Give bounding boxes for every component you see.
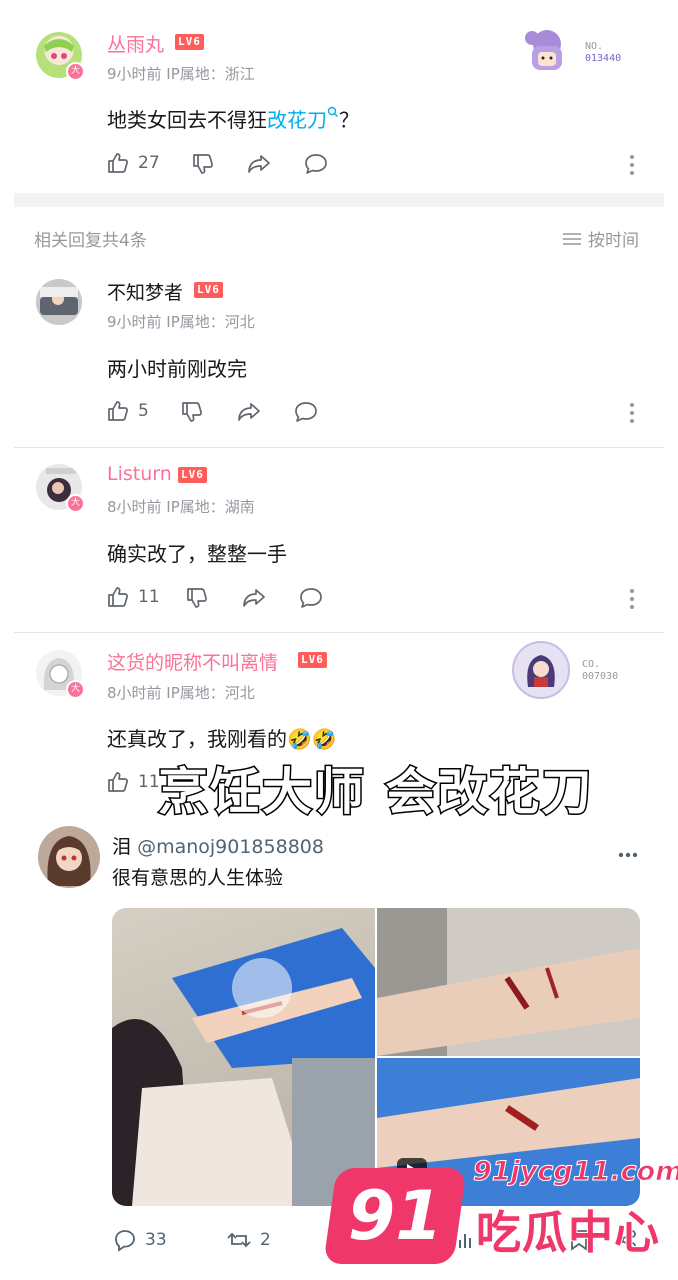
main-comment-meta: 9小时前 IP属地：浙江 (107, 65, 255, 83)
more-options-button[interactable] (630, 403, 634, 427)
reply-meta: 8小时前 IP属地：河北 (107, 684, 255, 702)
share-button[interactable] (246, 152, 272, 176)
tweet-handle[interactable]: @manoj901858808 (137, 836, 324, 858)
more-dots-icon (618, 852, 638, 858)
thumbs-up-icon (108, 772, 128, 792)
main-comment-text: 地类女回去不得狂改花刀？ (107, 106, 359, 132)
overlay-caption: 烹饪大师 会改花刀 (156, 762, 594, 823)
reply-username[interactable]: Listurn (107, 463, 172, 485)
search-keyword-link[interactable]: 改花刀 (267, 106, 339, 132)
reply-meta: 9小时前 IP属地：河北 (107, 313, 255, 331)
share-button[interactable] (241, 586, 267, 610)
main-comment-username[interactable]: 丛雨丸 (107, 30, 164, 57)
search-icon (327, 106, 338, 117)
thumbs-up-icon (108, 401, 128, 421)
tweet-text: 很有意思的人生体验 (112, 867, 284, 889)
comment-bubble-icon (305, 154, 327, 174)
level-badge: LV6 (298, 652, 327, 668)
dislike-button[interactable] (191, 152, 215, 176)
like-button[interactable]: 27 (106, 151, 160, 175)
retweet-icon (227, 1232, 251, 1248)
reply-divider (14, 447, 664, 448)
more-options-button[interactable] (630, 589, 634, 613)
tweet-more-button[interactable] (618, 843, 638, 862)
reply-bubble-icon (115, 1230, 135, 1252)
reply-text: 两小时前刚改完 (107, 357, 247, 381)
thumbs-down-icon (193, 154, 213, 174)
thumbs-down-icon (187, 588, 207, 608)
tweet-avatar[interactable] (38, 826, 100, 888)
tweet-retweet-button[interactable]: 2 (226, 1228, 271, 1252)
comment-bubble-icon (300, 588, 322, 608)
thumbs-down-icon (182, 402, 202, 422)
share-icon (243, 589, 265, 607)
avatar-badge: 大 (66, 62, 85, 81)
list-sort-icon (563, 232, 581, 245)
character-badge-icon (527, 655, 555, 687)
share-button[interactable] (236, 400, 262, 424)
avatar-badge: 大 (66, 494, 85, 513)
level-badge: LV6 (175, 34, 204, 50)
thumbs-up-icon (108, 153, 128, 173)
level-badge: LV6 (194, 282, 223, 298)
tweet-author[interactable]: 泪 @manoj901858808 (112, 832, 324, 859)
comment-button[interactable] (303, 152, 329, 176)
fan-badge-image (520, 28, 574, 80)
reply-username[interactable]: 不知梦者 (107, 278, 183, 305)
comment-button[interactable] (298, 586, 324, 610)
comment-bubble-icon (295, 402, 317, 422)
reply-avatar[interactable] (36, 279, 82, 325)
photo-arm-cuts-icon (377, 908, 640, 1056)
comment-button[interactable] (293, 400, 319, 424)
share-icon (248, 155, 270, 173)
thumbs-up-icon (108, 587, 128, 607)
photo-arm-on-pad-icon (112, 928, 375, 1206)
reply-text: 确实改了，整整一手 (107, 542, 287, 566)
reply-meta: 8小时前 IP属地：湖南 (107, 498, 255, 516)
media-photo-1[interactable] (112, 908, 375, 1206)
watermark-logo: 91 (323, 1168, 467, 1264)
dislike-button[interactable] (185, 586, 209, 610)
reply-username[interactable]: 这货的昵称不叫离情 (107, 648, 278, 675)
watermark-site: 91jycg11.com (472, 1156, 678, 1188)
dislike-button[interactable] (180, 400, 204, 424)
reply-divider (14, 632, 664, 633)
avatar-badge: 大 (66, 680, 85, 699)
share-icon (238, 403, 260, 421)
replies-count: 相关回复共4条 (34, 231, 147, 251)
more-options-button[interactable] (630, 155, 634, 179)
fan-badge-number: CO. 007030 (582, 659, 619, 682)
car-photo-icon (36, 279, 82, 325)
level-badge: LV6 (178, 467, 207, 483)
sort-button[interactable]: 按时间 (562, 226, 639, 251)
like-button[interactable]: 11 (106, 770, 160, 794)
watermark-brand: 吃瓜中心 (475, 1205, 661, 1260)
fan-badge-number: NO. 013440 (585, 41, 622, 64)
reply-text: 还真改了，我刚看的🤣🤣 (107, 727, 337, 751)
purple-character-icon (525, 30, 562, 70)
anime-avatar-icon (47, 836, 91, 886)
like-button[interactable]: 5 (106, 399, 149, 423)
media-photo-2[interactable] (377, 908, 640, 1056)
like-button[interactable]: 11 (106, 585, 160, 609)
fan-badge-image (512, 641, 570, 699)
section-separator (14, 193, 664, 207)
tweet-reply-button[interactable]: 33 (113, 1228, 167, 1252)
